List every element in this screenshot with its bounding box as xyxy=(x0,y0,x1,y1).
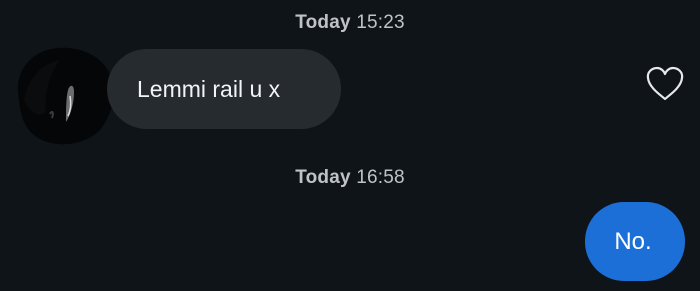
timestamp-header: Today 15:23 xyxy=(0,12,700,34)
incoming-message-text: Lemmi rail u x xyxy=(137,75,281,102)
timestamp-time: 16:58 xyxy=(356,167,405,188)
avatar-scribble-image xyxy=(17,47,114,145)
avatar[interactable] xyxy=(10,40,120,148)
outgoing-message-bubble[interactable]: No. xyxy=(585,202,685,281)
timestamp-day: Today xyxy=(295,167,351,188)
like-heart-icon[interactable] xyxy=(645,66,685,102)
incoming-message-bubble[interactable]: Lemmi rail u x xyxy=(107,49,341,129)
timestamp-time: 15:23 xyxy=(356,12,405,33)
timestamp-day: Today xyxy=(295,12,351,33)
outgoing-message-text: No. xyxy=(614,227,652,255)
timestamp-header: Today 16:58 xyxy=(0,167,700,189)
